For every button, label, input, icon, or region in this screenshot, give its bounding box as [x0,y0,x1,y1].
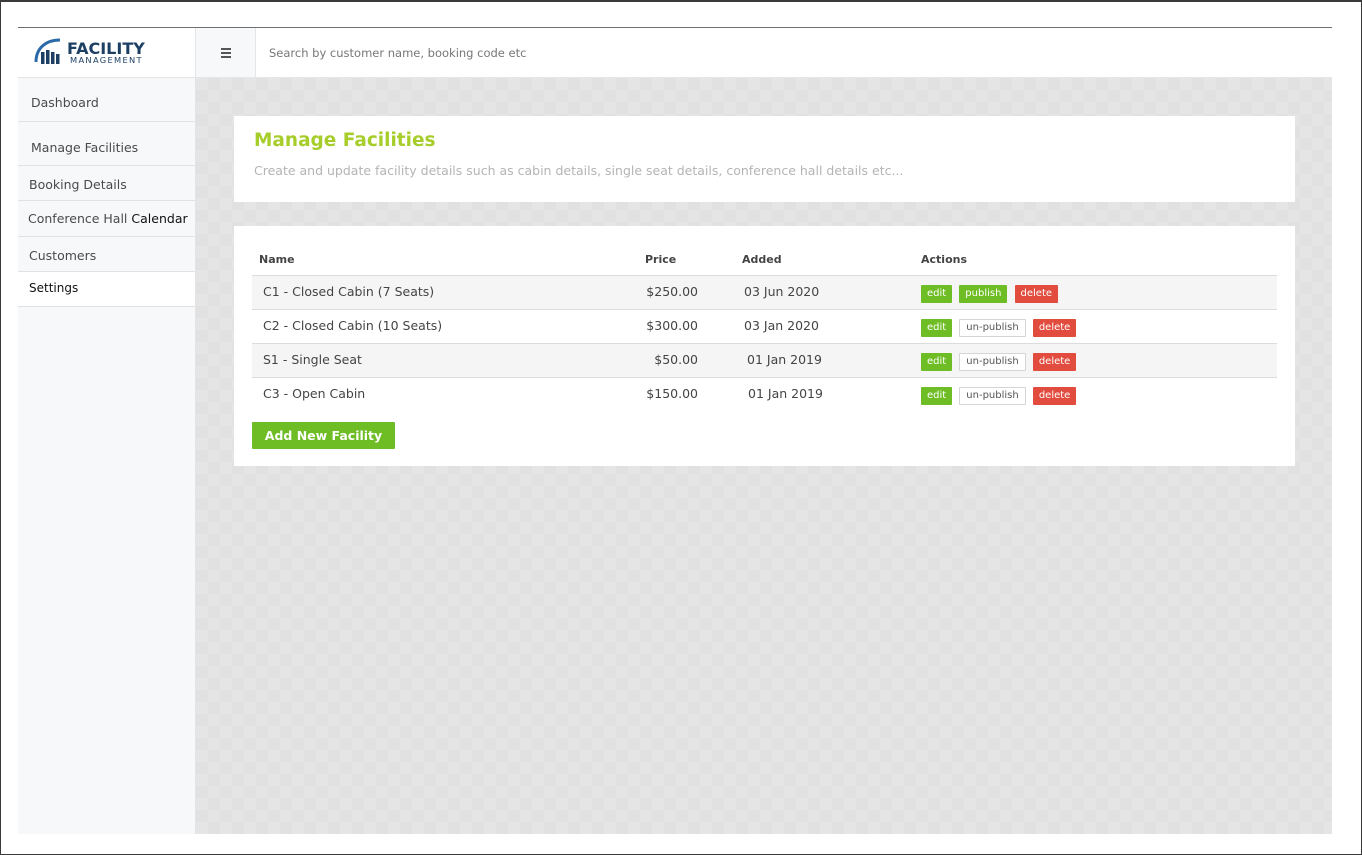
add-new-facility-button[interactable]: Add New Facility [252,422,395,449]
search-input[interactable] [256,28,1326,77]
sidebar-item-label: Customers [29,248,97,263]
sidebar-item-label-part: Calendar [131,211,188,226]
sidebar-item-customers[interactable]: Customers [18,237,195,272]
publish-button[interactable]: publish [959,285,1008,303]
facility-management-logo: FACILITY MANAGEMENT [34,38,145,65]
facilities-table-card: Name Price Added Actions C1 - Closed Cab… [234,226,1295,466]
main-content: Manage Facilities Create and update faci… [196,78,1332,834]
delete-button[interactable]: delete [1032,353,1077,371]
menu-toggle-button[interactable] [196,28,256,77]
row-actions: edit publish delete [921,285,1060,303]
delete-button[interactable]: delete [1032,319,1077,337]
sidebar-item-label: Settings [29,281,79,295]
app-window: FACILITY MANAGEMENT Dashboard Manage Fac… [18,27,1332,834]
facility-price: $300.00 [646,318,698,333]
edit-button[interactable]: edit [921,285,953,303]
brand-logo[interactable]: FACILITY MANAGEMENT [18,28,195,78]
edit-button[interactable]: edit [921,387,953,405]
table-row: C3 - Open Cabin $150.00 01 Jan 2019 edit… [252,377,1277,412]
facility-added-date: 01 Jan 2019 [748,386,823,401]
brand-name-bottom: MANAGEMENT [70,55,143,65]
top-bar [196,28,1332,78]
page-title: Manage Facilities [254,130,436,151]
table-row: C2 - Closed Cabin (10 Seats) $300.00 03 … [252,309,1277,344]
facility-name: C3 - Open Cabin [263,386,366,401]
column-header-actions: Actions [921,253,967,266]
facility-name: C2 - Closed Cabin (10 Seats) [263,318,443,333]
facility-price: $150.00 [646,386,698,401]
edit-button[interactable]: edit [921,319,953,337]
row-actions: edit un-publish delete [921,319,1078,337]
row-actions: edit un-publish delete [921,387,1078,405]
facility-added-date: 01 Jan 2019 [747,352,822,367]
sidebar-item-conference-hall-calendar[interactable]: Conference Hall Calendar [18,201,195,237]
column-header-name: Name [259,253,295,266]
facility-added-date: 03 Jan 2020 [744,318,819,333]
facility-name: S1 - Single Seat [263,352,362,367]
delete-button[interactable]: delete [1014,285,1059,303]
sidebar: FACILITY MANAGEMENT Dashboard Manage Fac… [18,28,196,834]
sidebar-item-booking-details[interactable]: Booking Details [18,166,195,201]
sidebar-item-dashboard[interactable]: Dashboard [18,78,195,122]
facility-name: C1 - Closed Cabin (7 Seats) [263,284,435,299]
unpublish-button[interactable]: un-publish [959,353,1026,371]
sidebar-item-manage-facilities[interactable]: Manage Facilities [18,122,195,166]
column-header-added: Added [742,253,782,266]
unpublish-button[interactable]: un-publish [959,319,1026,337]
row-actions: edit un-publish delete [921,353,1078,371]
facility-price: $250.00 [646,284,698,299]
sidebar-item-settings[interactable]: Settings [18,272,195,307]
table-row: S1 - Single Seat $50.00 01 Jan 2019 edit… [252,343,1277,378]
sidebar-item-label: Manage Facilities [31,140,139,155]
sidebar-item-label: Dashboard [31,95,99,110]
facility-price: $50.00 [654,352,698,367]
table-row: C1 - Closed Cabin (7 Seats) $250.00 03 J… [252,275,1277,310]
page-header-card: Manage Facilities Create and update faci… [234,116,1295,202]
sidebar-item-label: Conference Hall Calendar [28,211,188,226]
window-frame: FACILITY MANAGEMENT Dashboard Manage Fac… [0,0,1362,855]
delete-button[interactable]: delete [1032,387,1077,405]
unpublish-button[interactable]: un-publish [959,387,1026,405]
column-header-price: Price [645,253,677,266]
sidebar-item-label-part: Conference Hall [28,211,128,226]
page-subtitle: Create and update facility details such … [254,163,904,178]
facility-added-date: 03 Jun 2020 [744,284,820,299]
edit-button[interactable]: edit [921,353,953,371]
sidebar-item-label: Booking Details [29,177,127,192]
